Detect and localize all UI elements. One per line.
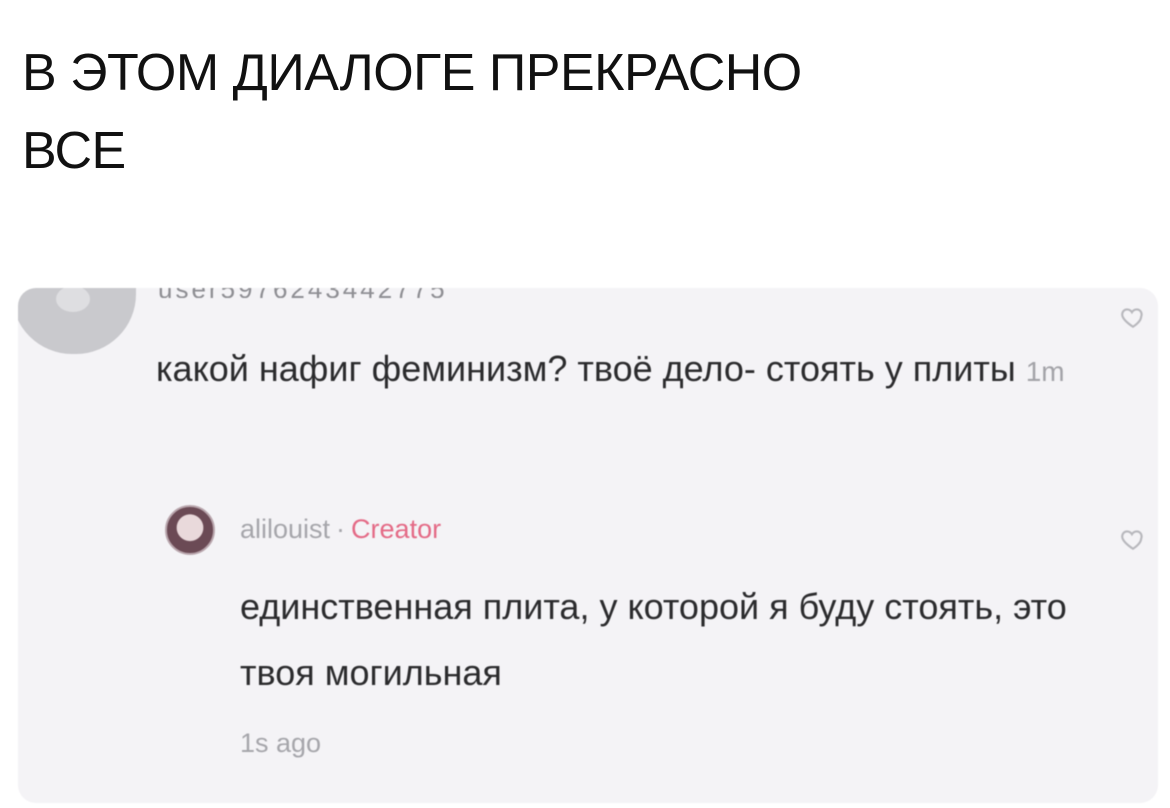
comments-screenshot: user5976243442775 какой нафиг феминизм? … xyxy=(18,288,1158,803)
caption-line-1: В ЭТОМ ДИАЛОГЕ ПРЕКРАСНО xyxy=(22,44,802,102)
comment-username[interactable]: user5976243442775 xyxy=(158,288,448,298)
reply-time: 1s ago xyxy=(240,728,322,758)
comment-time: 1m xyxy=(1025,356,1065,387)
heart-outline-icon[interactable] xyxy=(1120,304,1146,330)
creator-badge: Creator xyxy=(351,514,442,544)
heart-outline-icon[interactable] xyxy=(1120,526,1146,552)
meme-caption: В ЭТОМ ДИАЛОГЕ ПРЕКРАСНО ВСЕ xyxy=(22,34,1142,190)
reply-header: alilouist · Creator xyxy=(240,514,441,545)
reply-text: единственная плита, у которой я буду сто… xyxy=(240,586,1067,693)
comment-text: какой нафиг феминизм? твоё дело- стоять … xyxy=(156,338,1096,403)
reply-username[interactable]: alilouist xyxy=(240,514,330,544)
reply-avatar[interactable] xyxy=(165,505,215,555)
default-avatar-icon[interactable] xyxy=(18,288,136,354)
separator-dot: · xyxy=(336,514,346,544)
comment-body: какой нафиг феминизм? твоё дело- стоять … xyxy=(156,348,1016,389)
caption-line-2: ВСЕ xyxy=(22,122,126,180)
